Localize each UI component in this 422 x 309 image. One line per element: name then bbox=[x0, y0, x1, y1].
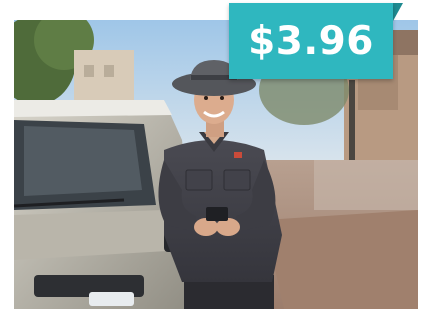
price-badge: $3.96 bbox=[229, 3, 393, 79]
promo-card: $3.96 bbox=[0, 0, 422, 309]
price-badge-fold bbox=[393, 3, 403, 21]
price-label: $3.96 bbox=[248, 18, 374, 64]
